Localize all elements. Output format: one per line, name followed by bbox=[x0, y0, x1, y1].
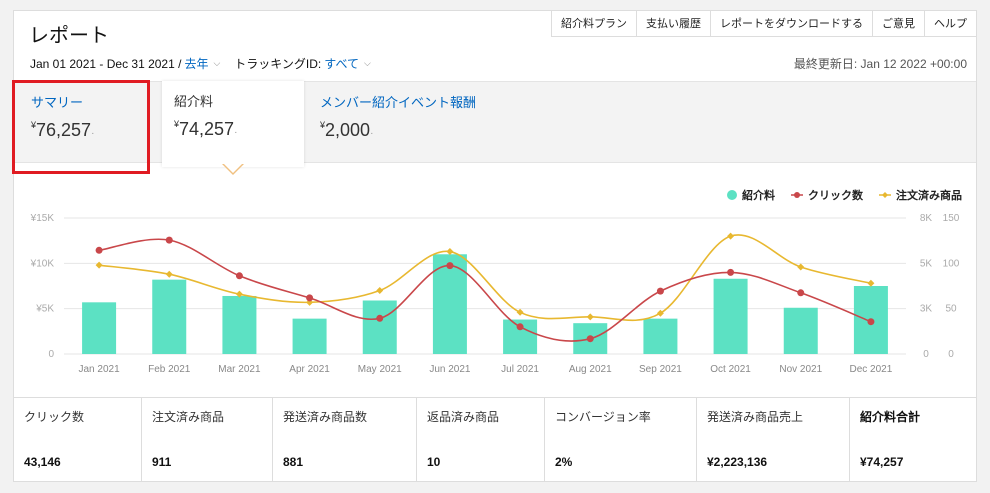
active-tab-caret bbox=[222, 163, 244, 175]
legend-item-clicks[interactable]: クリック数 bbox=[791, 187, 863, 203]
clicks-point bbox=[727, 268, 735, 276]
orders-point bbox=[727, 232, 735, 240]
tab-label: メンバー紹介イベント報酬 bbox=[320, 95, 477, 110]
period-dropdown[interactable]: 去年 bbox=[184, 55, 208, 72]
clicks-point bbox=[376, 314, 384, 322]
y-tick-right-2: 0 bbox=[948, 349, 954, 360]
feedback-link[interactable]: ご意見 bbox=[873, 11, 925, 36]
clicks-point bbox=[656, 287, 664, 295]
orders-line bbox=[98, 234, 872, 322]
filter-bar: Jan 01 2021 - Dec 31 2021 / 去年 ⌵ トラッキングI… bbox=[30, 55, 385, 72]
x-tick-label: Mar 2021 bbox=[218, 364, 261, 375]
y-tick-right-1: 3K bbox=[920, 304, 933, 315]
top-links: 紹介料プラン 支払い履歴 レポートをダウンロードする ご意見 ヘルプ bbox=[551, 11, 976, 37]
legend-swatch-diamond-icon bbox=[879, 192, 891, 198]
x-tick-label: Dec 2021 bbox=[850, 364, 893, 375]
x-tick-label: Jan 2021 bbox=[79, 364, 121, 375]
tracking-label: トラッキングID: bbox=[234, 57, 322, 71]
last-updated: 最終更新日: Jan 12 2022 +00:00 bbox=[793, 57, 967, 71]
clicks-point bbox=[516, 323, 524, 331]
y-tick-left: ¥10K bbox=[30, 258, 55, 269]
y-tick-right-1: 8K bbox=[920, 213, 933, 224]
orders-point bbox=[95, 261, 103, 269]
page-title: レポート bbox=[29, 25, 109, 47]
x-tick-label: Aug 2021 bbox=[569, 364, 612, 375]
clicks-line bbox=[98, 238, 872, 342]
orders-point bbox=[376, 287, 384, 295]
bar bbox=[362, 300, 397, 354]
tab-value: ¥76,257· bbox=[31, 120, 95, 140]
y-tick-right-2: 100 bbox=[943, 258, 960, 269]
tracking-dropdown[interactable]: すべて bbox=[324, 55, 359, 72]
orders-point bbox=[797, 263, 805, 271]
x-tick-label: Feb 2021 bbox=[148, 364, 191, 375]
orders-point bbox=[165, 270, 173, 278]
stats-row: クリック数 43,146 注文済み商品 911 発送済み商品数 881 返品済み… bbox=[14, 397, 976, 482]
orders-point bbox=[867, 279, 875, 287]
tab-referral-fee[interactable]: 紹介料 ¥74,257· bbox=[162, 81, 304, 167]
bar bbox=[643, 318, 678, 354]
tab-value: ¥74,257· bbox=[174, 119, 238, 139]
stat-conversion: コンバージョン率 2% bbox=[545, 398, 697, 482]
bar bbox=[783, 307, 818, 354]
x-tick-label: Nov 2021 bbox=[779, 364, 822, 375]
download-report-link[interactable]: レポートをダウンロードする bbox=[711, 11, 873, 36]
clicks-point bbox=[867, 318, 875, 326]
y-tick-right-2: 50 bbox=[945, 304, 957, 315]
bar bbox=[152, 279, 187, 354]
y-tick-left: ¥5K bbox=[35, 304, 54, 315]
summary-tabs: サマリー ¥76,257· 紹介料 ¥74,257· メンバー紹介イベント報酬 … bbox=[14, 81, 976, 175]
bar bbox=[292, 318, 327, 354]
tab-label: サマリー bbox=[31, 95, 84, 110]
legend-item-orders[interactable]: 注文済み商品 bbox=[879, 187, 962, 203]
y-tick-right-2: 150 bbox=[943, 213, 960, 224]
orders-point bbox=[446, 248, 454, 256]
clicks-point bbox=[165, 236, 173, 244]
legend-item-fee[interactable]: 紹介料 bbox=[727, 187, 775, 203]
chevron-down-icon[interactable]: ⌵ bbox=[364, 58, 371, 69]
clicks-point bbox=[586, 335, 594, 343]
legend-swatch-circle-icon bbox=[727, 190, 737, 200]
tab-value: ¥2,000· bbox=[320, 120, 374, 140]
stat-ordered: 注文済み商品 911 bbox=[142, 398, 273, 482]
bar bbox=[713, 278, 748, 354]
date-range: Jan 01 2021 - Dec 31 2021 / bbox=[30, 56, 182, 71]
orders-point bbox=[586, 313, 594, 321]
bar bbox=[222, 295, 257, 354]
x-tick-label: Sep 2021 bbox=[639, 364, 682, 375]
clicks-point bbox=[95, 246, 103, 254]
clicks-point bbox=[446, 262, 454, 270]
x-tick-label: Jun 2021 bbox=[429, 364, 471, 375]
chevron-down-icon[interactable]: ⌵ bbox=[213, 58, 220, 69]
x-tick-label: Apr 2021 bbox=[289, 364, 330, 375]
clicks-point bbox=[235, 272, 243, 280]
x-tick-label: May 2021 bbox=[358, 364, 402, 375]
chart-legend: 紹介料 クリック数 注文済み商品 bbox=[711, 187, 962, 203]
orders-point bbox=[516, 308, 524, 316]
clicks-point bbox=[797, 289, 805, 297]
tab-member-event-reward[interactable]: メンバー紹介イベント報酬 ¥2,000· bbox=[308, 82, 528, 164]
tab-label: 紹介料 bbox=[174, 94, 214, 109]
y-tick-left: 0 bbox=[48, 349, 54, 360]
payment-history-link[interactable]: 支払い履歴 bbox=[637, 11, 711, 36]
x-tick-label: Oct 2021 bbox=[710, 364, 751, 375]
bar bbox=[82, 302, 117, 354]
referral-chart: 0 0 0 ¥5K 3K 50 ¥10K 5K 100 ¥15K 8K 150 Jan 2021 Feb … bbox=[30, 213, 960, 375]
help-link[interactable]: ヘルプ bbox=[925, 11, 976, 36]
referral-plan-link[interactable]: 紹介料プラン bbox=[552, 11, 637, 36]
x-tick-label: Jul 2021 bbox=[501, 364, 539, 375]
y-tick-left: ¥15K bbox=[30, 213, 55, 224]
clicks-point bbox=[306, 294, 314, 302]
report-panel: レポート 紹介料プラン 支払い履歴 レポートをダウンロードする ご意見 ヘルプ … bbox=[12, 10, 977, 482]
y-tick-right-1: 0 bbox=[923, 349, 929, 360]
stat-clicks: クリック数 43,146 bbox=[14, 398, 142, 482]
tab-summary[interactable]: サマリー ¥76,257· bbox=[19, 82, 149, 164]
stat-returned: 返品済み商品 10 bbox=[417, 398, 545, 482]
stat-total-fee: 紹介料合計 ¥74,257 bbox=[860, 410, 921, 469]
stat-shipped: 発送済み商品数 881 bbox=[273, 398, 417, 482]
stat-shipped-sales: 発送済み商品売上 ¥2,223,136 bbox=[697, 398, 850, 482]
legend-swatch-line-icon bbox=[791, 192, 803, 198]
y-tick-right-1: 5K bbox=[920, 258, 933, 269]
